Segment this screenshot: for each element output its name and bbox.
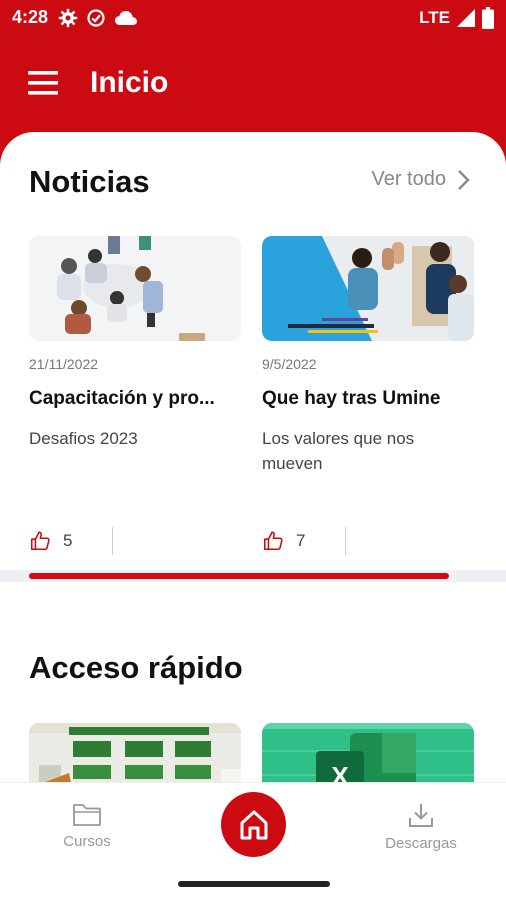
bottom-navigation: Cursos Descargas xyxy=(0,782,506,900)
app-bar: Inicio xyxy=(0,36,506,132)
svg-text:X: X xyxy=(331,761,349,782)
status-notification-icons xyxy=(58,8,138,28)
news-image xyxy=(29,236,241,341)
network-type: LTE xyxy=(419,8,450,27)
status-time: 4:28 xyxy=(12,7,49,27)
battery-icon xyxy=(482,7,494,29)
nav-label: Cursos xyxy=(63,833,111,850)
like-count: 7 xyxy=(296,531,306,550)
nav-label: Descargas xyxy=(385,835,457,852)
folder-icon xyxy=(73,804,101,826)
news-section-title: Noticias xyxy=(29,164,150,199)
cloud-icon xyxy=(115,11,137,25)
carousel-progress xyxy=(29,573,449,579)
news-subtitle: Desafios 2023 xyxy=(29,429,138,448)
status-bar: 4:28 LTE xyxy=(0,0,506,36)
gesture-bar xyxy=(178,881,330,887)
chevron-right-icon xyxy=(458,169,470,190)
news-card[interactable]: 9/5/2022 Que hay tras Umine Los valores … xyxy=(262,236,474,566)
page-title: Inicio xyxy=(90,66,169,99)
see-all-label: Ver todo xyxy=(371,168,446,190)
signal-icon xyxy=(457,9,475,27)
download-icon xyxy=(409,804,433,827)
news-date: 9/5/2022 xyxy=(262,356,317,372)
check-circle-icon xyxy=(87,9,105,27)
home-button[interactable] xyxy=(221,792,286,857)
news-subtitle: Los valores que nos mueven xyxy=(262,429,415,473)
menu-button[interactable] xyxy=(26,68,62,98)
settings-icon xyxy=(58,8,78,28)
quick-access-card[interactable]: X xyxy=(262,723,474,782)
like-row: 5 xyxy=(29,526,114,556)
nav-item-cursos[interactable]: Cursos xyxy=(32,801,142,850)
like-count: 5 xyxy=(63,531,73,550)
news-card[interactable]: 21/11/2022 Capacitación y pro... Desafio… xyxy=(29,236,241,566)
thumbs-up-icon[interactable] xyxy=(262,530,284,552)
quick-access-card[interactable] xyxy=(29,723,241,782)
news-date: 21/11/2022 xyxy=(29,356,99,372)
quick-access-section-title: Acceso rápido xyxy=(29,650,243,685)
main-content[interactable]: Noticias Ver todo 21/11/2022 Capacitació… xyxy=(0,132,506,782)
divider xyxy=(345,527,347,555)
status-right: LTE xyxy=(419,7,494,29)
home-icon xyxy=(240,810,267,839)
menu-icon xyxy=(28,71,58,95)
thumbs-up-icon[interactable] xyxy=(29,530,51,552)
nav-item-descargas[interactable]: Descargas xyxy=(366,801,476,852)
news-title: Que hay tras Umine xyxy=(262,388,441,409)
carousel-scrollbar[interactable] xyxy=(0,570,506,582)
divider xyxy=(112,527,114,555)
news-image xyxy=(262,236,474,341)
like-row: 7 xyxy=(262,526,347,556)
see-all-link[interactable]: Ver todo xyxy=(371,168,470,191)
news-title: Capacitación y pro... xyxy=(29,388,215,409)
